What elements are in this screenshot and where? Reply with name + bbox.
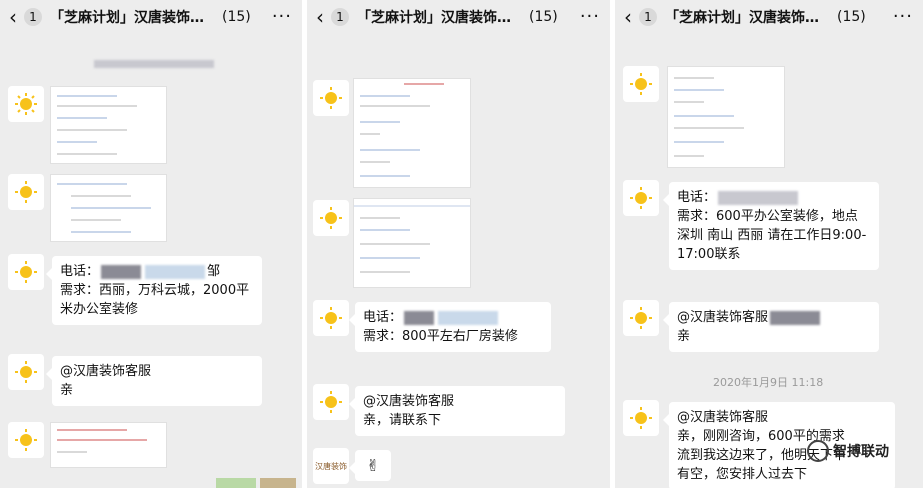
message-bubble[interactable]: @汉唐装饰客服 亲	[663, 302, 879, 352]
mention-text: @汉唐装饰客服	[363, 394, 455, 409]
screenshot-thumbnail[interactable]	[50, 86, 167, 164]
back-icon[interactable]: ‹	[617, 5, 639, 29]
screenshot-thumbnail[interactable]	[353, 198, 471, 288]
sun-avatar-icon	[320, 391, 342, 413]
avatar[interactable]	[313, 300, 349, 336]
sun-avatar-icon	[15, 261, 37, 283]
back-icon[interactable]: ‹	[309, 5, 331, 29]
requirement-text: 需求：800平左右厂房装修	[363, 329, 518, 344]
avatar[interactable]	[313, 80, 349, 116]
sun-avatar-icon	[320, 207, 342, 229]
chat-header: ‹ 1 「芝麻计划」汉唐装饰… (15) ···	[0, 0, 302, 34]
sticker-preview[interactable]	[216, 478, 256, 488]
sun-avatar-icon	[630, 73, 652, 95]
avatar[interactable]	[8, 254, 44, 290]
sun-avatar-icon	[15, 93, 37, 115]
back-icon[interactable]: ‹	[2, 5, 24, 29]
chat-panel-2: ‹ 1 「芝麻计划」汉唐装饰… (15) ··· 电话： 需求：800平左右厂房…	[307, 0, 610, 488]
contact-line: 电话：邹	[60, 264, 221, 279]
message-bubble[interactable]: @汉唐装饰客服 亲	[46, 356, 262, 406]
message-timestamp: 2020年1月9日 11:18	[713, 376, 824, 389]
message-bubble[interactable]: @汉唐装饰客服 亲，请联系下	[349, 386, 565, 436]
screenshot-thumbnail[interactable]	[353, 78, 471, 188]
message-line: 有空，您安排人过去下	[677, 467, 808, 482]
more-icon[interactable]: ···	[272, 6, 292, 27]
screenshot-thumbnail[interactable]	[667, 66, 785, 168]
unread-badge: 1	[639, 8, 657, 26]
more-icon[interactable]: ···	[893, 6, 913, 27]
chat-title: 「芝麻计划」汉唐装饰…	[665, 10, 819, 26]
sun-avatar-icon	[15, 181, 37, 203]
avatar[interactable]	[313, 384, 349, 420]
avatar[interactable]	[623, 300, 659, 336]
chat-header: ‹ 1 「芝麻计划」汉唐装饰… (15) ···	[615, 0, 923, 34]
contact-line: 电话：	[677, 188, 871, 207]
watermark-text: 智搏联动	[833, 444, 889, 460]
chat-title: 「芝麻计划」汉唐装饰…	[50, 10, 204, 26]
sun-avatar-icon	[630, 187, 652, 209]
watermark-logo-icon	[807, 440, 829, 462]
avatar[interactable]	[623, 400, 659, 436]
mention-line2: 亲	[677, 329, 691, 344]
message-bubble[interactable]: 电话： 需求：600平办公室装修，地点 深圳 南山 西丽 请在工作日9:00-1…	[663, 182, 879, 270]
redacted-top	[94, 60, 214, 68]
member-count: (15)	[837, 9, 866, 25]
requirement-text: 需求：西丽，万科云城，2000平米办公室装修	[60, 283, 250, 317]
member-count: (15)	[222, 9, 251, 25]
unread-badge: 1	[331, 8, 349, 26]
message-bubble[interactable]: 电话： 需求：800平左右厂房装修	[349, 302, 551, 352]
chat-panel-1: ‹ 1 「芝麻计划」汉唐装饰… (15) ··· 电话：邹 需求：西丽，万科云城…	[0, 0, 302, 488]
avatar[interactable]	[623, 66, 659, 102]
avatar[interactable]	[8, 86, 44, 122]
avatar[interactable]	[8, 174, 44, 210]
mention-line2: 亲	[60, 383, 74, 398]
avatar-logo[interactable]: 汉唐装饰	[313, 448, 349, 484]
chat-header: ‹ 1 「芝麻计划」汉唐装饰… (15) ···	[307, 0, 610, 34]
member-count: (15)	[529, 9, 558, 25]
more-icon[interactable]: ···	[580, 6, 600, 27]
avatar[interactable]	[8, 422, 44, 458]
sun-avatar-icon	[630, 407, 652, 429]
mention-line2: 亲，请联系下	[363, 413, 442, 428]
watermark: 智搏联动	[807, 440, 889, 462]
sun-avatar-icon	[630, 307, 652, 329]
chat-title: 「芝麻计划」汉唐装饰…	[357, 10, 511, 26]
unread-badge: 1	[24, 8, 42, 26]
message-line: @汉唐装饰客服	[677, 410, 769, 425]
avatar[interactable]	[8, 354, 44, 390]
chat-panel-3: ‹ 1 「芝麻计划」汉唐装饰… (15) ··· 电话： 需求：600平办公室装…	[615, 0, 923, 488]
sticker-bubble[interactable]: ✌	[349, 450, 391, 481]
avatar[interactable]	[313, 200, 349, 236]
message-bubble[interactable]: 电话：邹 需求：西丽，万科云城，2000平米办公室装修	[46, 256, 262, 325]
mention-text: @汉唐装饰客服	[60, 364, 152, 379]
sun-avatar-icon	[15, 361, 37, 383]
sun-avatar-icon	[320, 87, 342, 109]
screenshot-thumbnail[interactable]	[50, 422, 167, 468]
requirement-text: 需求：600平办公室装修，地点 深圳 南山 西丽 请在工作日9:00-17:00…	[677, 209, 867, 262]
sun-avatar-icon	[320, 307, 342, 329]
sticker-preview[interactable]	[260, 478, 296, 488]
sun-avatar-icon	[15, 429, 37, 451]
screenshot-thumbnail[interactable]	[50, 174, 167, 242]
avatar[interactable]	[623, 180, 659, 216]
mention-text: @汉唐装饰客服	[677, 308, 871, 327]
contact-line: 电话：	[363, 308, 543, 327]
